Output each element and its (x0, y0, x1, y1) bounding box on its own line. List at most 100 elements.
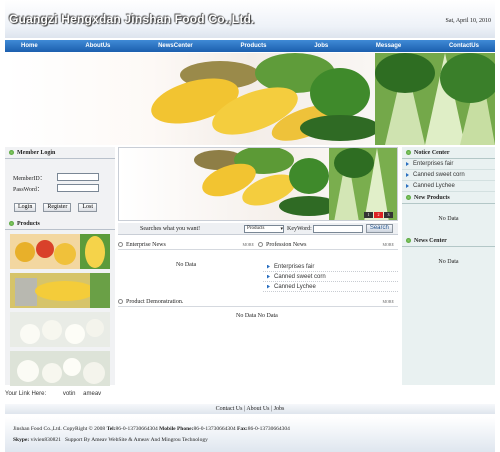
search-category-value: Products (247, 226, 265, 231)
product-image-fruit[interactable] (10, 234, 110, 269)
news-link[interactable]: Canned Lychee (274, 284, 316, 290)
notice-list: Enterprises fair Canned sweet corn Canne… (402, 159, 495, 192)
news-link[interactable]: Enterprises fair (274, 264, 314, 270)
list-item[interactable]: Canned Lychee (263, 282, 398, 292)
arrow-icon (406, 173, 409, 177)
footer-support-line: Skype: vivien830821 Support By Ameav Web… (13, 435, 495, 446)
bullet-icon (406, 238, 411, 243)
product-demonstration-empty: No Data No Data (236, 313, 278, 319)
slide-pager: 1 2 3 (364, 212, 393, 218)
product-image-corn[interactable] (10, 273, 110, 308)
password-input[interactable] (57, 184, 99, 192)
arrow-icon (406, 162, 409, 166)
bullet-icon (9, 221, 14, 226)
password-label: PassWord： (13, 186, 43, 193)
footer-copyright-line: Jinshan Food Co.,Ltd. CopyRight © 2008 T… (13, 424, 495, 435)
slideshow-image (194, 148, 397, 220)
notice-link[interactable]: Enterprises fair (413, 161, 453, 167)
mobile-value: 86-0-13730664304 (193, 426, 236, 432)
main-nav: Home AboutUs NewsCenter Products Jobs Me… (5, 40, 495, 52)
search-button[interactable]: Search (365, 224, 393, 233)
arrow-icon (267, 264, 270, 269)
left-sidebar: Member Login MemberID： PassWord： Login R… (5, 147, 115, 386)
list-item[interactable]: Canned sweet corn (402, 170, 495, 181)
footer-links[interactable]: Contact Us | About Us | Jobs (5, 404, 495, 414)
member-id-input[interactable] (57, 173, 99, 181)
news-center-title: News Center (414, 237, 447, 244)
your-link-row: Your Link Here: votin ameav (5, 391, 101, 397)
bullet-icon (406, 150, 411, 155)
profession-news-title: Profession News (266, 241, 307, 248)
arrow-icon (406, 184, 409, 188)
section-bullet-icon (258, 242, 263, 247)
notice-center-title: Notice Center (414, 149, 450, 156)
new-products-empty: No Data (438, 216, 459, 222)
skype-label: Skype: (13, 437, 30, 443)
fax-label: Fax: (237, 426, 248, 432)
product-demonstration-more-link[interactable]: MORE (382, 299, 394, 304)
section-bullet-icon (118, 242, 123, 247)
arrow-icon (267, 274, 270, 279)
bullet-icon (406, 195, 411, 200)
nav-contactus[interactable]: ContactUs (449, 43, 479, 49)
profession-news-more-link[interactable]: MORE (382, 242, 394, 247)
support-text: Support By Ameav WebSite & Ameav And Min… (64, 437, 208, 443)
login-button[interactable]: Login (14, 203, 37, 212)
enterprise-news-more-link[interactable]: MORE (242, 242, 254, 247)
vegetables-illustration (151, 53, 495, 145)
current-date: Sat, April 10, 2010 (445, 18, 491, 24)
enterprise-news-title: Enterprise News (126, 241, 166, 248)
product-demonstration-title: Product Demonstration. (126, 298, 184, 305)
your-link-label: Your Link Here: (5, 391, 47, 397)
slide-dot-3[interactable]: 3 (384, 212, 393, 218)
news-center-empty: No Data (438, 259, 459, 265)
nav-jobs[interactable]: Jobs (314, 43, 328, 49)
search-category-select[interactable]: Products ▾ (244, 224, 284, 233)
profession-news-header: Profession News MORE (258, 240, 398, 250)
notice-center-header: Notice Center (402, 147, 495, 159)
lost-button[interactable]: Lost (78, 203, 98, 212)
list-item[interactable]: Canned Lychee (402, 181, 495, 192)
main-content: 1 2 3 Searches what you want! Products ▾… (118, 147, 398, 385)
tel-value: 86-0-13730664304 (115, 426, 158, 432)
slideshow: 1 2 3 (118, 147, 398, 221)
notice-link[interactable]: Canned Lychee (413, 183, 455, 189)
keyword-label: KeyWord: (287, 225, 312, 232)
news-link[interactable]: Canned sweet corn (274, 274, 326, 280)
copyright-text: Jinshan Food Co.,Ltd. CopyRight © 2008 (13, 426, 106, 432)
partner-link[interactable]: votin (63, 391, 76, 397)
product-image-lychee-2[interactable] (10, 351, 110, 386)
register-button[interactable]: Register (43, 203, 72, 212)
skype-value: vivien830821 (30, 437, 61, 443)
new-products-title: New Products (414, 194, 450, 201)
list-item[interactable]: Enterprises fair (402, 159, 495, 170)
nav-home[interactable]: Home (21, 43, 38, 49)
chevron-down-icon: ▾ (280, 226, 283, 232)
slide-dot-2[interactable]: 2 (374, 212, 383, 218)
arrow-icon (267, 284, 270, 289)
nav-newscenter[interactable]: NewsCenter (158, 43, 193, 49)
tel-label: Tel: (106, 426, 116, 432)
member-login-title: Member Login (17, 149, 56, 156)
new-products-header: New Products (402, 192, 495, 204)
member-login-header: Member Login (5, 147, 115, 159)
search-label: Searches what you want! (140, 225, 201, 232)
profession-news-list: Enterprises fair Canned sweet corn Canne… (263, 262, 398, 292)
slide-dot-1[interactable]: 1 (364, 212, 373, 218)
products-title: Products (17, 220, 40, 227)
partner-link[interactable]: ameav (83, 391, 101, 397)
fax-value: 86-0-13730664304 (247, 426, 290, 432)
notice-link[interactable]: Canned sweet corn (413, 172, 465, 178)
product-demonstration-header: Product Demonstration. MORE (118, 297, 398, 307)
nav-message[interactable]: Message (376, 43, 401, 49)
header: Guangzi Hengxdan Jinshan Food Co.,Ltd. S… (5, 0, 495, 38)
nav-products[interactable]: Products (240, 43, 266, 49)
product-image-lychee[interactable] (10, 312, 110, 347)
vegetable-banner-image (5, 53, 495, 145)
products-header: Products (5, 218, 115, 230)
nav-aboutus[interactable]: AboutUs (85, 43, 110, 49)
section-bullet-icon (118, 299, 123, 304)
list-item[interactable]: Enterprises fair (263, 262, 398, 272)
list-item[interactable]: Canned sweet corn (263, 272, 398, 282)
keyword-input[interactable] (312, 224, 363, 233)
